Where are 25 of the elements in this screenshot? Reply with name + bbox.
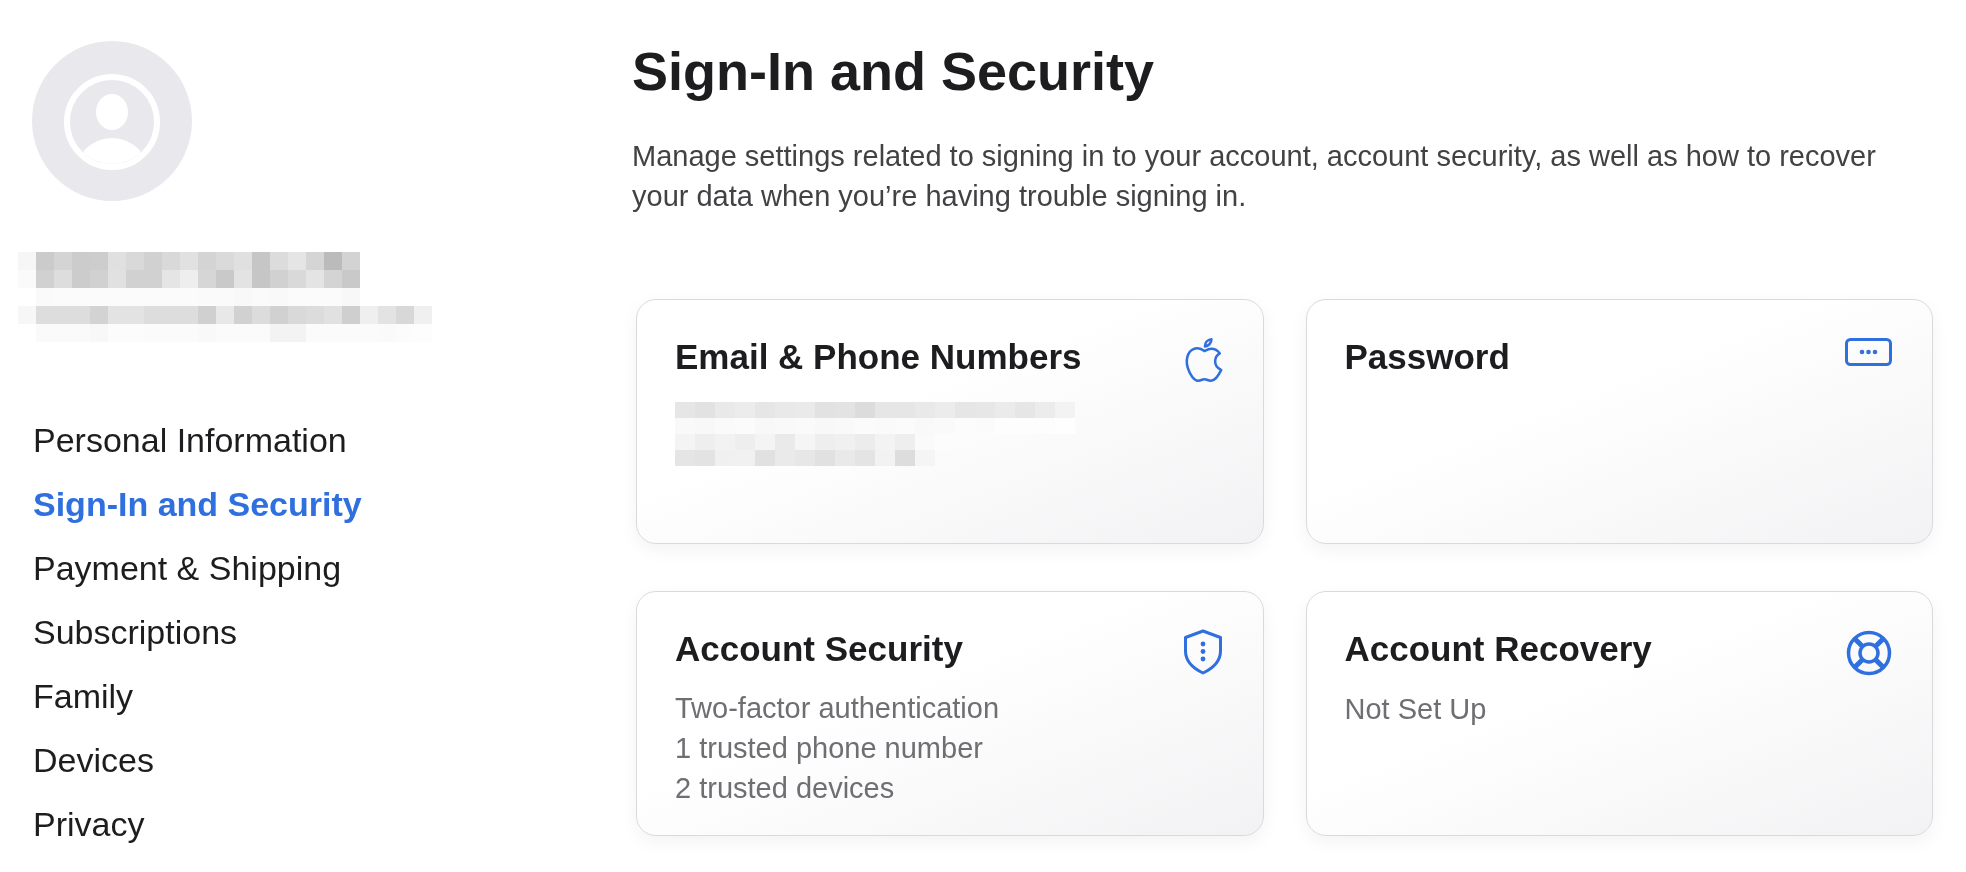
lifebuoy-icon bbox=[1846, 630, 1892, 677]
card-detail: Two-factor authentication bbox=[675, 691, 999, 727]
card-detail: 2 trusted devices bbox=[675, 771, 895, 807]
card-title: Email & Phone Numbers bbox=[675, 336, 1082, 379]
card-detail: 1 trusted phone number bbox=[675, 731, 983, 767]
password-dots-icon bbox=[1845, 338, 1892, 367]
settings-card[interactable]: Email & Phone Numbers bbox=[636, 299, 1264, 545]
shield-icon bbox=[1182, 629, 1223, 676]
sidebar-item[interactable]: Family bbox=[33, 664, 134, 728]
sidebar-item[interactable]: Sign-In and Security bbox=[33, 472, 362, 536]
apple-icon bbox=[1184, 338, 1223, 383]
sidebar-item[interactable]: Privacy bbox=[33, 792, 145, 856]
settings-card[interactable]: Account Recovery Not Set Up bbox=[1305, 591, 1933, 837]
settings-card[interactable]: Account Security Two-factor authentication 1 trusted phone number 2 trusted devices bbox=[636, 591, 1264, 837]
page-title: Sign-In and Security bbox=[632, 42, 1155, 102]
card-title: Account Security bbox=[675, 628, 963, 671]
sidebar-item[interactable]: Payment & Shipping bbox=[33, 536, 342, 600]
sidebar-item[interactable]: Personal Information bbox=[33, 408, 347, 472]
card-title: Password bbox=[1344, 336, 1510, 379]
settings-card[interactable]: Password bbox=[1305, 299, 1933, 545]
sidebar-item[interactable]: Devices bbox=[33, 728, 154, 792]
page-description: Manage settings related to signing in to your account, account security, as well as how to recover your data when you’re having trouble signing in. bbox=[632, 139, 1877, 215]
card-title: Account Recovery bbox=[1344, 628, 1652, 671]
sidebar-item[interactable]: Subscriptions bbox=[33, 600, 238, 664]
card-detail: Not Set Up bbox=[1344, 692, 1487, 728]
